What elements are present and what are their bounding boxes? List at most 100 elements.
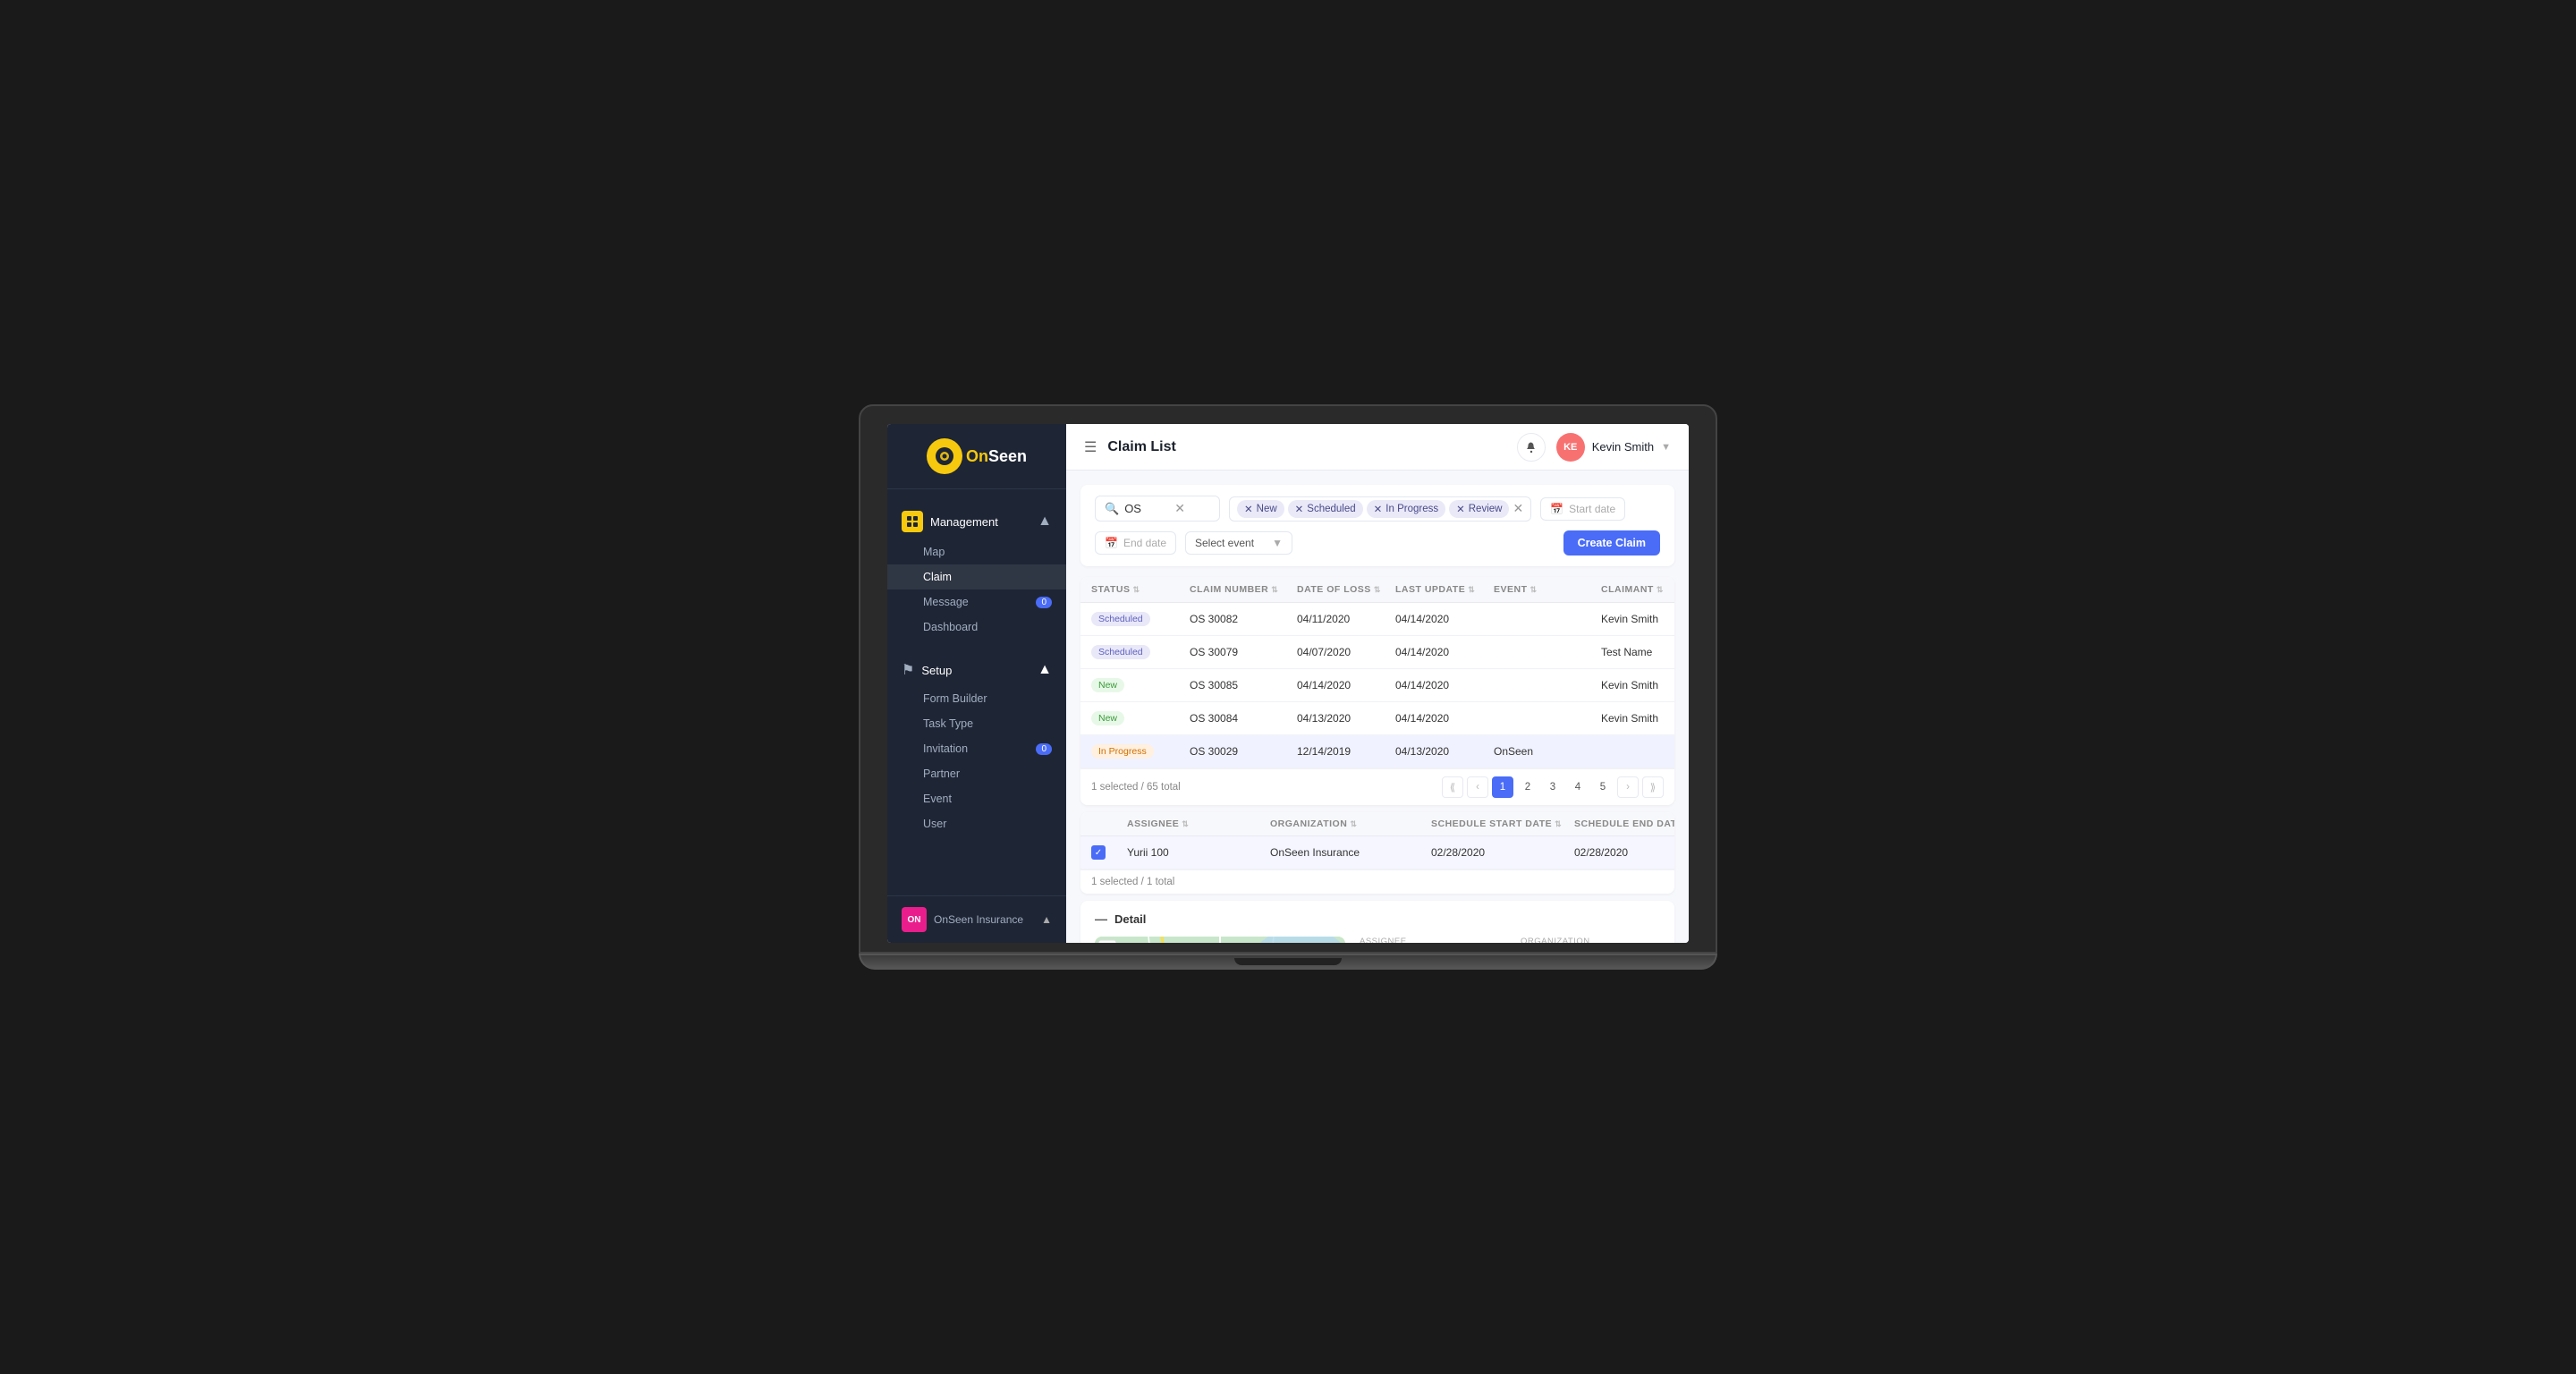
th-date-of-loss: DATE OF LOSS ⇅ xyxy=(1297,584,1395,595)
sub-th-assignee: ASSIGNEE ⇅ xyxy=(1127,818,1270,829)
main-content: ☰ Claim List KE xyxy=(1066,424,1689,943)
hamburger-icon[interactable]: ☰ xyxy=(1084,438,1097,456)
claim-number-cell: OS 30082 xyxy=(1190,613,1297,625)
end-date-input[interactable]: 📅 End date xyxy=(1095,531,1176,555)
message-label: Message xyxy=(923,596,969,608)
date-of-loss-cell: 04/11/2020 xyxy=(1297,613,1395,625)
date-of-loss-cell: 04/14/2020 xyxy=(1297,679,1395,691)
page-5-button[interactable]: 5 xyxy=(1592,776,1614,798)
logo-icon xyxy=(927,438,962,474)
sub-table-row[interactable]: ✓ Yurii 100 OnSeen Insurance 02/28/2020 … xyxy=(1080,836,1674,869)
detail-toggle[interactable]: — Detail xyxy=(1095,912,1660,926)
detail-label: Detail xyxy=(1114,912,1146,926)
filter-clear-all-icon[interactable]: ✕ xyxy=(1513,501,1523,516)
claimant-cell: Test Name xyxy=(1601,646,1674,658)
status-cell: New xyxy=(1091,678,1190,692)
topbar-left: ☰ Claim List xyxy=(1084,438,1176,456)
sub-th-org: ORGANIZATION ⇅ xyxy=(1270,818,1431,829)
page-4-button[interactable]: 4 xyxy=(1567,776,1589,798)
date-of-loss-cell: 12/14/2019 xyxy=(1297,745,1395,758)
claim-number-cell: OS 30084 xyxy=(1190,712,1297,725)
start-date-input[interactable]: 📅 Start date xyxy=(1540,497,1625,521)
search-input[interactable] xyxy=(1124,502,1169,515)
management-label: Management xyxy=(930,515,1038,529)
org-name: OnSeen Insurance xyxy=(934,913,1034,926)
sidebar-item-partner[interactable]: Partner xyxy=(887,761,1066,786)
select-chevron-icon: ▼ xyxy=(1272,537,1283,549)
sidebar-item-dashboard[interactable]: Dashboard xyxy=(887,615,1066,640)
user-name: Kevin Smith xyxy=(1592,440,1654,454)
table-pagination: 1 selected / 65 total ⟪ ‹ 1 2 3 4 5 › ⟫ xyxy=(1080,768,1674,805)
filter-bar: 🔍 ✕ ✕ New ✕ Scheduled xyxy=(1080,485,1674,566)
notification-button[interactable] xyxy=(1517,433,1546,462)
detail-map: + − ⤢ Palo Alto Stanford Googleple xyxy=(1095,937,1345,943)
detail-organization: ORGANIZATION OnSeen Insurance xyxy=(1521,937,1660,943)
sub-assignee-cell: Yurii 100 xyxy=(1127,846,1270,859)
sub-th-check xyxy=(1091,818,1127,829)
table-row[interactable]: In Progress OS 30029 12/14/2019 04/13/20… xyxy=(1080,735,1674,768)
detail-info: ASSIGNEE Yurii 100 ORGANIZATION OnSeen I… xyxy=(1360,937,1660,943)
logo-area: OnSeen xyxy=(887,424,1066,489)
setup-chevron-icon: ▲ xyxy=(1038,662,1052,678)
management-section: Management ▲ Map Claim Message 0 xyxy=(887,496,1066,647)
last-update-cell: 04/14/2020 xyxy=(1395,712,1494,725)
filter-chip-scheduled[interactable]: ✕ Scheduled xyxy=(1288,500,1363,518)
sidebar-item-map[interactable]: Map xyxy=(887,539,1066,564)
table-row[interactable]: New OS 30084 04/13/2020 04/14/2020 Kevin… xyxy=(1080,702,1674,735)
sub-th-start: SCHEDULE START DATE ⇅ xyxy=(1431,818,1574,829)
page-prev-button[interactable]: ‹ xyxy=(1467,776,1488,798)
claim-number-cell: OS 30085 xyxy=(1190,679,1297,691)
claimant-cell: Kevin Smith xyxy=(1601,613,1674,625)
search-input-wrap: 🔍 ✕ xyxy=(1095,496,1220,522)
filter-chip-inprogress[interactable]: ✕ In Progress xyxy=(1367,500,1445,518)
sidebar-item-user[interactable]: User xyxy=(887,811,1066,836)
table-header: STATUS ⇅ CLAIM NUMBER ⇅ DATE OF LOSS ⇅ L… xyxy=(1080,577,1674,603)
sidebar-item-claim[interactable]: Claim xyxy=(887,564,1066,589)
sidebar-item-task-type[interactable]: Task Type xyxy=(887,711,1066,736)
event-select[interactable]: Select event ▼ xyxy=(1185,531,1292,555)
selection-info: 1 selected / 65 total xyxy=(1091,782,1181,793)
table-row[interactable]: Scheduled OS 30082 04/11/2020 04/14/2020… xyxy=(1080,603,1674,636)
claim-label: Claim xyxy=(923,571,952,583)
detail-section: — Detail xyxy=(1080,901,1674,943)
th-last-update: LAST UPDATE ⇅ xyxy=(1395,584,1494,595)
management-header[interactable]: Management ▲ xyxy=(887,504,1066,539)
sidebar-item-message[interactable]: Message 0 xyxy=(887,589,1066,615)
row-checkbox[interactable]: ✓ xyxy=(1091,845,1106,860)
sub-start-cell: 02/28/2020 xyxy=(1431,846,1574,859)
filter-chip-new[interactable]: ✕ New xyxy=(1237,500,1284,518)
page-next-button[interactable]: › xyxy=(1617,776,1639,798)
claims-table: STATUS ⇅ CLAIM NUMBER ⇅ DATE OF LOSS ⇅ L… xyxy=(1080,577,1674,805)
message-badge: 0 xyxy=(1036,597,1052,608)
date-of-loss-cell: 04/07/2020 xyxy=(1297,646,1395,658)
sidebar-item-invitation[interactable]: Invitation 0 xyxy=(887,736,1066,761)
user-menu-button[interactable]: KE Kevin Smith ▼ xyxy=(1556,433,1671,462)
page-2-button[interactable]: 2 xyxy=(1517,776,1538,798)
user-avatar: KE xyxy=(1556,433,1585,462)
org-chevron-icon: ▲ xyxy=(1041,913,1052,926)
create-claim-button[interactable]: Create Claim xyxy=(1563,530,1660,556)
table-row[interactable]: New OS 30085 04/14/2020 04/14/2020 Kevin… xyxy=(1080,669,1674,702)
claim-number-cell: OS 30029 xyxy=(1190,745,1297,758)
brand-name: OnSeen xyxy=(966,447,1027,466)
filter-chip-review[interactable]: ✕ Review xyxy=(1449,500,1509,518)
page-first-button[interactable]: ⟪ xyxy=(1442,776,1463,798)
sub-table-header: ASSIGNEE ⇅ ORGANIZATION ⇅ SCHEDULE START… xyxy=(1080,812,1674,836)
status-cell: Scheduled xyxy=(1091,612,1190,626)
page-3-button[interactable]: 3 xyxy=(1542,776,1563,798)
page-last-button[interactable]: ⟫ xyxy=(1642,776,1664,798)
sidebar-nav: Management ▲ Map Claim Message 0 xyxy=(887,489,1066,895)
last-update-cell: 04/13/2020 xyxy=(1395,745,1494,758)
search-clear-icon[interactable]: ✕ xyxy=(1174,501,1185,516)
setup-header[interactable]: ⚑ Setup ▲ xyxy=(887,654,1066,686)
calendar-icon: 📅 xyxy=(1550,503,1563,515)
sidebar-footer[interactable]: ON OnSeen Insurance ▲ xyxy=(887,895,1066,943)
detail-assignee: ASSIGNEE Yurii 100 xyxy=(1360,937,1499,943)
table-row[interactable]: Scheduled OS 30079 04/07/2020 04/14/2020… xyxy=(1080,636,1674,669)
user-chevron-icon: ▼ xyxy=(1661,442,1671,453)
status-badge: Scheduled xyxy=(1091,612,1150,626)
page-1-button[interactable]: 1 xyxy=(1492,776,1513,798)
sidebar-item-form-builder[interactable]: Form Builder xyxy=(887,686,1066,711)
sidebar-item-event[interactable]: Event xyxy=(887,786,1066,811)
date-of-loss-cell: 04/13/2020 xyxy=(1297,712,1395,725)
